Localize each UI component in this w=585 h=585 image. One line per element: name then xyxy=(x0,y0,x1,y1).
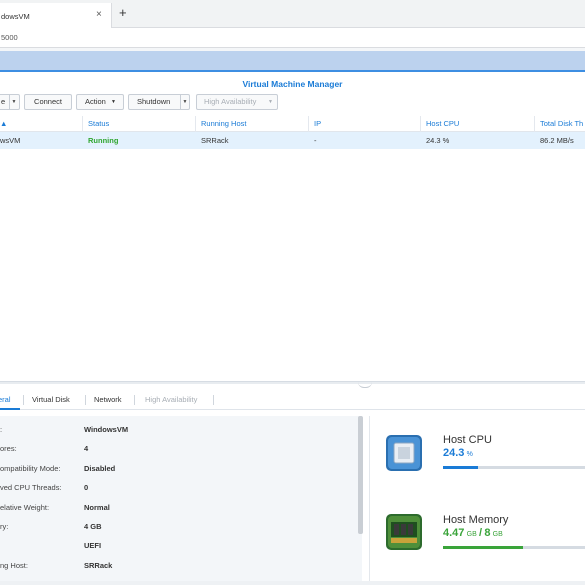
property-row: ompatibility Mode: Disabled xyxy=(0,462,355,476)
host-memory-used: 4.47 xyxy=(443,527,465,539)
browser-tab[interactable]: dowsVM × xyxy=(0,3,112,28)
vm-status-cell: Running xyxy=(88,136,119,145)
vm-ip-cell: - xyxy=(314,136,317,145)
action-button-label: Action xyxy=(85,97,106,106)
bottom-edge xyxy=(0,581,585,585)
shutdown-button[interactable]: Shutdown ▼ xyxy=(128,94,190,110)
chevron-down-icon[interactable]: ▼ xyxy=(9,95,18,109)
tab-divider xyxy=(85,395,86,405)
address-text[interactable]: 5000 xyxy=(1,33,18,42)
host-memory-bar-fill xyxy=(443,546,524,549)
general-properties-panel: : WindowsVM ores: 4 ompatibility Mode: D… xyxy=(0,416,362,581)
property-value: Normal xyxy=(84,503,110,512)
property-label: ved CPU Threads: xyxy=(0,483,62,492)
tab-virtual-disk[interactable]: Virtual Disk xyxy=(32,390,70,410)
property-row: : WindowsVM xyxy=(0,423,355,437)
host-memory-title: Host Memory xyxy=(443,514,509,526)
property-row: elative Weight: Normal xyxy=(0,501,355,515)
host-memory-total: 8 xyxy=(484,527,491,539)
host-cpu-unit: % xyxy=(466,451,473,458)
property-value: 4 xyxy=(84,444,89,453)
column-ip[interactable]: IP xyxy=(309,116,421,132)
tab-divider xyxy=(23,395,24,405)
property-value: SRRack xyxy=(84,561,113,570)
property-row: ores: 4 xyxy=(0,442,355,456)
host-cpu-value: 24.3 % xyxy=(443,447,473,459)
host-cpu-title: Host CPU xyxy=(443,434,492,446)
property-value: 0 xyxy=(84,483,89,492)
property-label: ores: xyxy=(0,444,17,453)
address-bar[interactable]: 5000 xyxy=(0,28,585,48)
active-tab-indicator xyxy=(0,408,20,410)
property-value: Disabled xyxy=(84,464,116,473)
close-tab-icon[interactable]: × xyxy=(96,9,102,20)
tab-divider xyxy=(134,395,135,405)
create-button[interactable]: e ▼ xyxy=(0,94,20,110)
vm-host-cell: SRRack xyxy=(201,136,229,145)
panel-splitter[interactable] xyxy=(0,381,585,384)
new-tab-icon[interactable]: + xyxy=(119,6,127,19)
high-availability-button[interactable]: High Availability ▼ xyxy=(196,94,278,110)
property-label: ry: xyxy=(0,522,9,531)
cpu-chip-icon xyxy=(386,435,422,471)
property-label: ompatibility Mode: xyxy=(0,464,61,473)
tab-network[interactable]: Network xyxy=(94,390,122,410)
column-host-cpu[interactable]: Host CPU xyxy=(421,116,535,132)
toolbar: e ▼ Connect Action ▼ Shutdown ▼ High Ava… xyxy=(0,93,585,113)
splitter-grip-icon[interactable] xyxy=(358,382,372,388)
table-row[interactable]: wsVM Running SRRack - 24.3 % 86.2 MB/s xyxy=(0,132,585,149)
property-label: ng Host: xyxy=(0,561,28,570)
properties-scrollbar[interactable] xyxy=(358,416,363,534)
property-row: ng Host: SRRack xyxy=(0,559,355,573)
property-label: elative Weight: xyxy=(0,503,50,512)
property-label: : xyxy=(0,425,3,434)
host-status-panel: Host CPU 24.3 % Host Memory 4.47 GB / 8 … xyxy=(369,416,585,581)
host-memory-total-unit: GB xyxy=(492,531,503,538)
tab-high-availability[interactable]: High Availability xyxy=(145,390,197,410)
vm-disk-cell: 86.2 MB/s xyxy=(540,136,574,145)
chevron-down-icon: ▼ xyxy=(111,99,116,105)
window-title: Virtual Machine Manager xyxy=(242,79,343,89)
action-button[interactable]: Action ▼ xyxy=(76,94,124,110)
host-memory-separator: / xyxy=(479,527,483,539)
host-cpu-bar-fill xyxy=(443,466,478,469)
column-total-disk[interactable]: Total Disk Th xyxy=(535,116,585,132)
chevron-down-icon: ▼ xyxy=(268,99,273,105)
detail-tabs: eral Virtual Disk Network High Availabil… xyxy=(0,390,585,410)
browser-tab-title: dowsVM xyxy=(1,12,30,21)
host-cpu-number: 24.3 xyxy=(443,447,465,459)
high-availability-button-label: High Availability xyxy=(204,97,257,106)
chevron-down-icon[interactable]: ▼ xyxy=(180,95,189,109)
create-button-label: e xyxy=(1,97,6,106)
property-row: ved CPU Threads: 0 xyxy=(0,481,355,495)
property-value: WindowsVM xyxy=(84,425,129,434)
vm-cpu-cell: 24.3 % xyxy=(426,136,450,145)
host-memory-value: 4.47 GB / 8 GB xyxy=(443,527,503,539)
shutdown-button-label: Shutdown xyxy=(137,97,171,106)
property-row: UEFI xyxy=(0,539,355,553)
property-value: UEFI xyxy=(84,541,102,550)
property-row: ry: 4 GB xyxy=(0,520,355,534)
column-status[interactable]: Status xyxy=(83,116,196,132)
vm-name-cell: wsVM xyxy=(0,136,21,145)
dsm-taskbar xyxy=(0,51,585,72)
connect-button[interactable]: Connect xyxy=(24,94,72,110)
tab-divider xyxy=(213,395,214,405)
memory-module-icon xyxy=(386,514,422,550)
property-value: 4 GB xyxy=(84,522,102,531)
host-cpu-bar xyxy=(443,466,585,469)
browser-tab-bar: dowsVM × + xyxy=(0,0,585,28)
grid-header: ▲ Status Running Host IP Host CPU Total … xyxy=(0,116,585,132)
column-name[interactable]: ▲ xyxy=(0,116,83,132)
tab-general[interactable]: eral xyxy=(0,390,11,410)
host-memory-bar xyxy=(443,546,585,549)
host-memory-used-unit: GB xyxy=(466,531,477,538)
column-running-host[interactable]: Running Host xyxy=(196,116,309,132)
